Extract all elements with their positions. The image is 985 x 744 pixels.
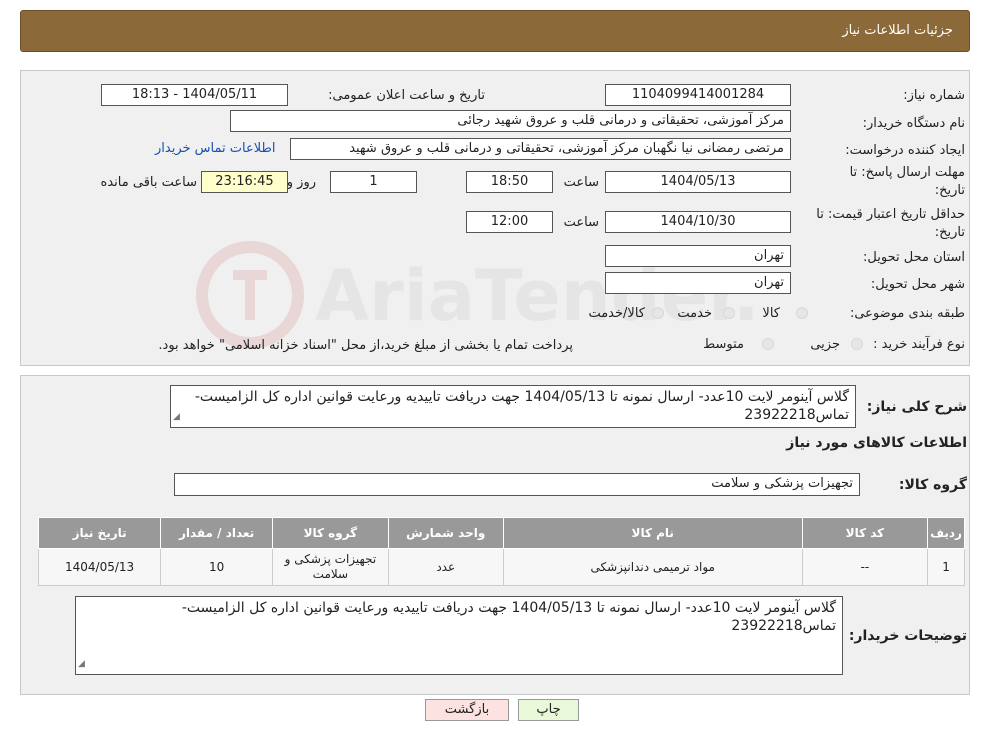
cell-group: تجهیزات پزشکی و سلامت [271,548,389,586]
cell-code: -- [801,548,929,586]
buyer-contact-link[interactable]: اطلاعات تماس خریدار [155,141,275,156]
announce-datetime-field: 1404/05/11 - 18:13 [101,84,288,106]
buyer-org-label: نام دستگاه خریدار: [862,116,965,131]
resize-grip-icon[interactable]: ◢ [78,655,85,673]
need-number-label: شماره نیاز: [903,88,965,103]
cell-row: 1 [927,548,965,586]
print-button[interactable]: چاپ [518,699,579,721]
province-label: استان محل تحویل: [863,250,965,265]
items-table: ردیف کد کالا نام کالا واحد شمارش گروه کا… [37,517,965,586]
announce-datetime-label: تاریخ و ساعت اعلان عمومی: [328,88,485,103]
category-label: طبقه بندی موضوعی: [849,306,965,321]
requester-field: مرتضی رمضانی نیا نگهبان مرکز آموزشی، تحق… [290,138,791,160]
col-group-header: گروه کالا [271,517,389,549]
summary-textarea[interactable]: گلاس آینومر لایت 10عدد- ارسال نمونه تا 1… [170,385,856,428]
days-label: روز و [286,175,316,190]
summary-text: گلاس آینومر لایت 10عدد- ارسال نمونه تا 1… [194,389,849,423]
treasury-note: پرداخت تمام یا بخشی از مبلغ خرید،از محل … [158,338,573,353]
goods-group-label: گروه کالا: [898,477,967,493]
page-header: جزئیات اطلاعات نیاز [20,10,970,52]
col-qty-header: تعداد / مقدار [160,517,273,549]
reply-date-field: 1404/05/13 [605,171,791,193]
purchase-type-label: نوع فرآیند خرید : [873,337,965,352]
cell-unit: عدد [387,548,504,586]
col-row-header: ردیف [927,517,965,549]
reply-deadline-label: مهلت ارسال پاسخ: تا [849,165,965,180]
items-table-header: ردیف کد کالا نام کالا واحد شمارش گروه کا… [37,517,965,549]
cell-name: مواد ترمیمی دندانپزشکی [502,548,803,586]
requester-label: ایجاد کننده درخواست: [845,143,965,158]
city-field: تهران [605,272,791,294]
category-both-label: کالا/خدمت [588,306,645,321]
buyer-notes-text: گلاس آینومر لایت 10عدد- ارسال نمونه تا 1… [181,600,836,634]
purchase-medium-label: متوسط [703,337,744,352]
category-goods-radio[interactable] [796,307,808,319]
buyer-org-field: مرکز آموزشی، تحقیقاتی و درمانی قلب و عرو… [230,110,791,132]
need-number-field: 1104099414001284 [605,84,791,106]
remaining-label: ساعت باقی مانده [100,175,197,190]
page-title: جزئیات اطلاعات نیاز [842,23,953,38]
province-field: تهران [605,245,791,267]
cell-date: 1404/05/13 [37,548,162,586]
col-unit-header: واحد شمارش [387,517,504,549]
back-button[interactable]: بازگشت [425,699,509,721]
category-service-label: خدمت [677,306,712,321]
col-date-header: تاریخ نیاز [37,517,162,549]
remaining-time-field: 23:16:45 [201,171,288,193]
buyer-notes-label: توضیحات خریدار: [848,628,967,644]
days-field: 1 [330,171,417,193]
svg-text:AriaTender.neT: AriaTender.neT [315,255,755,337]
goods-group-field: تجهیزات پزشکی و سلامت [174,473,860,496]
category-goods-label: کالا [762,306,780,321]
summary-label: شرح کلی نیاز: [866,399,967,415]
price-validity-label: حداقل تاریخ اعتبار قیمت: تا [816,207,965,222]
price-validity-time-label: ساعت [563,215,599,230]
purchase-minor-label: جزیی [810,337,840,352]
category-service-radio[interactable] [723,307,735,319]
reply-time-label: ساعت [563,175,599,190]
reply-deadline-label-2: تاریخ: [934,183,965,198]
table-row: 1 -- مواد ترمیمی دندانپزشکی عدد تجهیزات … [37,548,965,586]
col-name-header: نام کالا [502,517,803,549]
col-code-header: کد کالا [801,517,929,549]
purchase-minor-radio[interactable] [851,338,863,350]
price-validity-time-field: 12:00 [466,211,553,233]
buyer-notes-textarea[interactable]: گلاس آینومر لایت 10عدد- ارسال نمونه تا 1… [75,596,843,675]
cell-qty: 10 [160,548,273,586]
resize-grip-icon[interactable]: ◢ [173,408,180,426]
reply-time-field: 18:50 [466,171,553,193]
city-label: شهر محل تحویل: [870,277,965,292]
price-validity-label-2: تاریخ: [934,225,965,240]
category-both-radio[interactable] [652,307,664,319]
price-validity-date-field: 1404/10/30 [605,211,791,233]
goods-section-title: اطلاعات کالاهای مورد نیاز [786,435,967,451]
purchase-medium-radio[interactable] [762,338,774,350]
